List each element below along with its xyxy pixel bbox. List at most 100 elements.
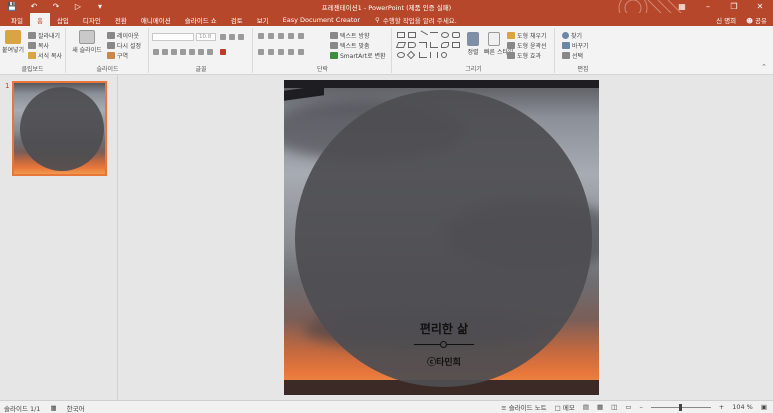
new-slide-button[interactable]: 새 슬라이드 xyxy=(70,30,104,54)
collapse-ribbon-icon[interactable]: ⌃ xyxy=(761,63,767,71)
tab-home[interactable]: 홈 xyxy=(29,13,50,26)
star-shape-icon[interactable] xyxy=(452,42,460,48)
slideshow-view-icon[interactable]: ▭ xyxy=(625,403,631,411)
shapes-gallery[interactable] xyxy=(395,30,463,60)
section-icon xyxy=(107,52,115,59)
align-text-button[interactable]: 텍스트 맞춤 xyxy=(330,41,370,50)
oval-shape-icon[interactable] xyxy=(441,32,449,38)
language-indicator[interactable]: 한국어 xyxy=(67,403,85,413)
slide-title[interactable]: 편리한 삶 xyxy=(394,320,494,337)
comments-button[interactable]: □ 메모 xyxy=(555,402,575,412)
arrow-shape-icon[interactable] xyxy=(430,32,438,38)
line-shape-icon[interactable] xyxy=(418,30,428,40)
underline-icon[interactable] xyxy=(171,49,177,55)
char-spacing-icon[interactable] xyxy=(198,49,204,55)
spelling-icon[interactable]: ▦ xyxy=(50,404,56,412)
slide-canvas[interactable]: 편리한 삶 ⓒ타민희 xyxy=(284,80,599,395)
line-spacing-icon[interactable] xyxy=(298,33,304,39)
text-direction-button[interactable]: 텍스트 방향 xyxy=(330,31,370,40)
columns-icon[interactable] xyxy=(298,49,304,55)
callout-shape-icon[interactable] xyxy=(408,42,416,48)
clear-format-icon[interactable] xyxy=(238,34,244,40)
format-painter-button[interactable]: 서식 복사 xyxy=(28,51,62,60)
paste-button[interactable]: 붙여넣기 xyxy=(2,30,24,54)
strikethrough-icon[interactable] xyxy=(189,49,195,55)
close-icon[interactable]: ✕ xyxy=(747,0,773,13)
connector-shape-icon[interactable] xyxy=(419,42,427,48)
slides-group-label: 슬라이드 xyxy=(96,66,119,73)
textbox-shape-icon[interactable] xyxy=(408,32,416,38)
numbering-icon[interactable] xyxy=(268,33,274,39)
font-name-combo[interactable] xyxy=(152,33,194,41)
brace-shape-icon[interactable] xyxy=(430,52,438,58)
editing-group-label: 편집 xyxy=(577,66,589,73)
align-center-icon[interactable] xyxy=(268,49,274,55)
cut-button[interactable]: 잘라내기 xyxy=(28,31,60,40)
restore-icon[interactable]: ❐ xyxy=(721,0,747,13)
zoom-slider-thumb[interactable] xyxy=(678,403,682,411)
decrease-font-icon[interactable] xyxy=(229,34,235,40)
shape-effects-button[interactable]: 도형 효과 xyxy=(507,51,541,60)
zoom-in-icon[interactable]: + xyxy=(719,403,724,411)
zoom-out-icon[interactable]: – xyxy=(639,403,642,411)
bracket-shape-icon[interactable] xyxy=(419,52,427,58)
smiley-shape-icon[interactable] xyxy=(397,52,405,58)
fit-to-window-icon[interactable]: ▣ xyxy=(761,403,767,411)
bold-icon[interactable] xyxy=(153,49,159,55)
user-name[interactable]: 신 명희 xyxy=(716,15,736,25)
notes-button[interactable]: ≡ 슬라이드 노트 xyxy=(501,402,546,412)
italic-icon[interactable] xyxy=(162,49,168,55)
slide-sorter-icon[interactable]: ▦ xyxy=(597,403,603,411)
tab-file[interactable]: 파일 xyxy=(4,13,30,26)
shape-fill-button[interactable]: 도형 채우기 xyxy=(507,31,547,40)
tab-review[interactable]: 검토 xyxy=(224,13,250,26)
elbow-shape-icon[interactable] xyxy=(430,42,438,48)
tab-design[interactable]: 디자인 xyxy=(76,13,108,26)
tell-me-box[interactable]: ⚲ 수행할 작업을 알려 주세요. xyxy=(367,15,457,25)
align-left-icon[interactable] xyxy=(258,49,264,55)
smartart-button[interactable]: SmartArt로 변환 xyxy=(330,51,386,60)
rectangle-shape-icon[interactable] xyxy=(397,32,405,38)
diamond-shape-icon[interactable] xyxy=(406,50,416,60)
select-button[interactable]: 선택 xyxy=(562,51,583,60)
parallelogram-shape-icon[interactable] xyxy=(395,42,407,48)
ribbon-display-icon[interactable]: ▦ xyxy=(669,0,695,13)
slide-thumbnail-1[interactable] xyxy=(12,81,107,176)
slide-author[interactable]: ⓒ타민희 xyxy=(394,355,494,368)
replace-button[interactable]: 바꾸기 xyxy=(562,41,589,50)
reset-button[interactable]: 다시 설정 xyxy=(107,41,141,50)
tab-insert[interactable]: 삽입 xyxy=(50,13,76,26)
reading-view-icon[interactable]: ◫ xyxy=(611,403,617,411)
tab-animations[interactable]: 애니메이션 xyxy=(134,13,178,26)
rounded-rect-shape-icon[interactable] xyxy=(452,32,460,38)
section-button[interactable]: 구역 xyxy=(107,51,128,60)
curve-shape-icon[interactable] xyxy=(441,42,449,48)
increase-indent-icon[interactable] xyxy=(288,33,294,39)
shadow-icon[interactable] xyxy=(180,49,186,55)
tab-easy-document-creator[interactable]: Easy Document Creator xyxy=(276,13,367,26)
shape-outline-button[interactable]: 도형 윤곽선 xyxy=(507,41,547,50)
decrease-indent-icon[interactable] xyxy=(278,33,284,39)
layout-button[interactable]: 레이아웃 xyxy=(107,31,139,40)
zoom-slider[interactable] xyxy=(650,403,711,411)
tab-view[interactable]: 보기 xyxy=(250,13,276,26)
normal-view-icon[interactable]: ▤ xyxy=(583,403,589,411)
font-color-icon[interactable] xyxy=(220,49,226,55)
quick-styles-button[interactable]: 빠른 스타일 xyxy=(484,32,514,56)
tab-transitions[interactable]: 전환 xyxy=(108,13,134,26)
zoom-level[interactable]: 104 % xyxy=(732,403,753,411)
title-bar: 💾 ↶ ↷ ▷ ▾ 프레젠테이션1 - PowerPoint (제품 인증 실패… xyxy=(0,0,773,25)
tab-slideshow[interactable]: 슬라이드 쇼 xyxy=(178,13,224,26)
share-button[interactable]: ☻ 공유 xyxy=(746,15,767,25)
minimize-icon[interactable]: – xyxy=(695,0,721,13)
arc-shape-icon[interactable] xyxy=(441,52,447,58)
change-case-icon[interactable] xyxy=(207,49,213,55)
font-size-combo[interactable]: 10.8 xyxy=(196,33,216,41)
bullets-icon[interactable] xyxy=(258,33,264,39)
increase-font-icon[interactable] xyxy=(220,34,226,40)
align-right-icon[interactable] xyxy=(278,49,284,55)
justify-icon[interactable] xyxy=(288,49,294,55)
arrange-button[interactable]: 정렬 xyxy=(465,32,481,56)
find-button[interactable]: 찾기 xyxy=(562,31,582,40)
copy-button[interactable]: 복사 xyxy=(28,41,49,50)
